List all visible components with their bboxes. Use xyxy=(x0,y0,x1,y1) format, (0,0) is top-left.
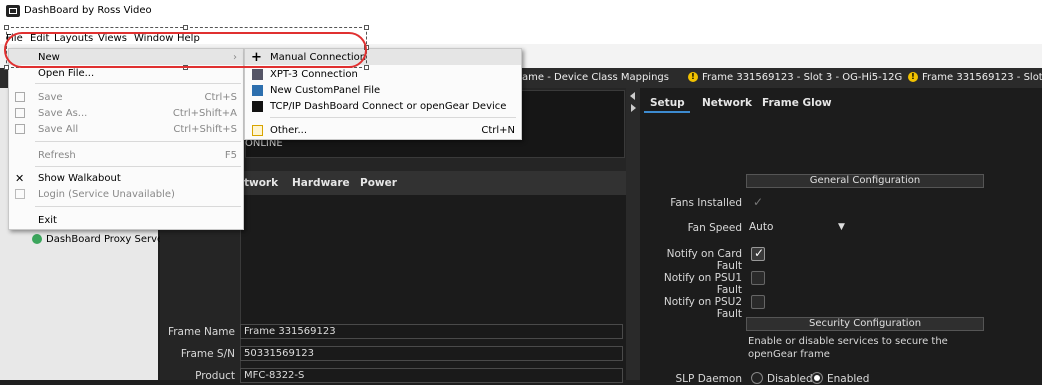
menu-item-exit[interactable]: Exit xyxy=(38,215,57,226)
menu-item-save-all[interactable]: Save All xyxy=(38,124,78,135)
refresh-shortcut: F5 xyxy=(224,150,237,161)
submenu-item-xpt-connection[interactable]: XPT-3 Connection xyxy=(270,69,358,80)
tab-frame-glow[interactable]: Frame Glow xyxy=(762,97,832,109)
title-bar: DashBoard by Ross Video xyxy=(0,0,1042,22)
tree-item-label: DashBoard Proxy Server xyxy=(46,234,168,245)
chevron-down-icon: ▼ xyxy=(838,222,845,232)
notify-psu1-label: Notify on PSU1 Fault xyxy=(663,272,742,296)
menu-item-refresh[interactable]: Refresh xyxy=(38,150,76,161)
save-all-shortcut: Ctrl+Shift+S xyxy=(173,124,237,135)
menu-separator xyxy=(35,83,241,84)
slp-disabled-label: Disabled xyxy=(767,373,813,385)
menu-item-open-file[interactable]: Open File... xyxy=(38,68,94,79)
tab-device-class-mappings[interactable]: ame - Device Class Mappings xyxy=(522,72,669,83)
slp-enabled-label: Enabled xyxy=(827,373,870,385)
folder-icon xyxy=(252,125,263,136)
tab-setup[interactable]: Setup xyxy=(650,97,685,109)
menu-separator xyxy=(35,206,241,207)
panel-divider[interactable] xyxy=(626,88,640,380)
active-tab-indicator xyxy=(644,111,690,113)
frame-sn-field[interactable]: 50331569123 xyxy=(240,346,623,361)
frame-name-label: Frame Name xyxy=(167,326,235,338)
frame-sn-label: Frame S/N xyxy=(180,348,235,360)
tab-network-settings[interactable]: Network xyxy=(702,97,752,109)
save-as-icon xyxy=(15,108,25,118)
fan-speed-select[interactable]: Auto ▼ xyxy=(746,218,850,236)
notify-psu1-checkbox[interactable] xyxy=(751,271,765,285)
security-config-header: Security Configuration xyxy=(746,317,984,331)
tab-slot2-label: Frame 331569123 - Slot 2 - xyxy=(922,72,1042,83)
menu-item-login[interactable]: Login (Service Unavailable) xyxy=(38,189,175,200)
slp-enabled-radio[interactable] xyxy=(811,372,823,384)
server-globe-icon xyxy=(32,234,42,244)
notify-card-label: Notify on Card Fault xyxy=(666,248,742,272)
login-icon xyxy=(15,189,25,199)
selection-handle[interactable] xyxy=(364,25,369,30)
notify-card-checkbox[interactable] xyxy=(751,246,765,261)
menu-separator xyxy=(270,117,516,118)
tab-slot3-label: Frame 331569123 - Slot 3 - OG-Hi5-12G xyxy=(702,72,903,83)
app-title: DashBoard by Ross Video xyxy=(24,5,152,16)
tab-network[interactable]: twork xyxy=(244,177,278,189)
save-as-shortcut: Ctrl+Shift+A xyxy=(172,108,237,119)
notify-psu2-checkbox[interactable] xyxy=(751,295,765,309)
custompanel-icon xyxy=(252,85,263,96)
other-shortcut: Ctrl+N xyxy=(481,125,515,136)
submenu-item-tcpip-device[interactable]: TCP/IP DashBoard Connect or openGear Dev… xyxy=(270,101,506,112)
selection-handle[interactable] xyxy=(4,25,9,30)
app-logo-icon xyxy=(6,5,20,17)
menu-item-save-as[interactable]: Save As... xyxy=(38,108,87,119)
tree-item-proxy-server[interactable]: DashBoard Proxy Server xyxy=(32,234,167,245)
product-field[interactable]: MFC-8322-S xyxy=(240,368,623,383)
fans-installed-label: Fans Installed xyxy=(670,197,742,209)
submenu-item-other[interactable]: Other... xyxy=(270,125,307,136)
opengear-icon xyxy=(252,101,263,112)
fans-installed-checkbox xyxy=(750,195,764,210)
save-shortcut: Ctrl+S xyxy=(204,92,237,103)
tab-slot2[interactable]: ! Frame 331569123 - Slot 2 - xyxy=(908,72,1042,83)
slp-disabled-radio[interactable] xyxy=(751,372,763,384)
fan-speed-label: Fan Speed xyxy=(687,222,742,234)
general-config-header: General Configuration xyxy=(746,174,984,188)
save-icon xyxy=(15,92,25,102)
selection-handle[interactable] xyxy=(364,65,369,70)
selection-handle[interactable] xyxy=(183,25,188,30)
annotation-highlight xyxy=(4,32,367,68)
menu-item-show-walkabout[interactable]: Show Walkabout xyxy=(38,173,121,184)
tab-slot3[interactable]: ! Frame 331569123 - Slot 3 - OG-Hi5-12G xyxy=(688,72,902,83)
menu-item-save[interactable]: Save xyxy=(38,92,63,103)
fan-speed-value: Auto xyxy=(749,221,774,233)
collapse-left-icon[interactable] xyxy=(630,92,635,100)
tab-power[interactable]: Power xyxy=(360,177,397,189)
menu-separator xyxy=(35,166,241,167)
security-description: Enable or disable services to secure the… xyxy=(748,336,948,360)
slp-daemon-label: SLP Daemon xyxy=(675,373,742,385)
xpt-icon xyxy=(252,69,263,80)
selection-handle[interactable] xyxy=(4,65,9,70)
notify-psu2-label: Notify on PSU2 Fault xyxy=(663,296,742,320)
file-menu: New › Open File... Save Ctrl+S Save As..… xyxy=(8,48,244,230)
setup-tabs: Setup Network Frame Glow xyxy=(640,92,1042,114)
warning-icon: ! xyxy=(908,72,918,82)
submenu-item-custompanel-file[interactable]: New CustomPanel File xyxy=(270,85,380,96)
tab-hardware[interactable]: Hardware xyxy=(292,177,350,189)
warning-icon: ! xyxy=(688,72,698,82)
save-all-icon xyxy=(15,124,25,134)
product-label: Product xyxy=(195,370,235,382)
menu-separator xyxy=(35,141,241,142)
frame-name-field[interactable]: Frame 331569123 xyxy=(240,324,623,339)
walkabout-icon: ✕ xyxy=(15,172,25,185)
expand-right-icon[interactable] xyxy=(631,104,636,112)
